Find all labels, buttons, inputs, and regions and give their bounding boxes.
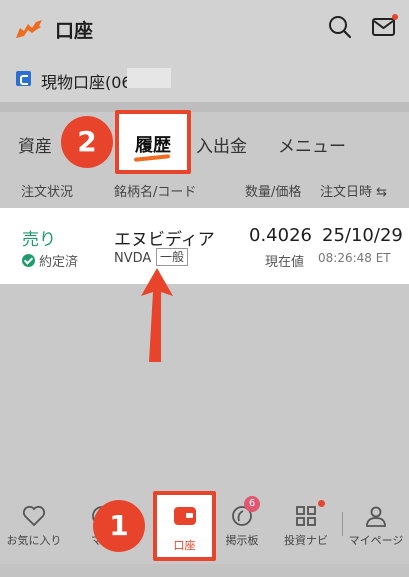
nav-account-label: 口座 xyxy=(173,539,196,552)
check-icon xyxy=(22,254,35,267)
grid-icon xyxy=(296,506,316,526)
tab-history[interactable]: 履歴 xyxy=(135,131,171,157)
arrow-up-icon xyxy=(141,268,173,362)
wallet-icon xyxy=(174,507,196,525)
nav-mypage-label: マイページ xyxy=(348,534,404,547)
user-icon xyxy=(366,506,386,527)
order-date: 25/10/29 xyxy=(322,225,403,246)
step-marker-2: 2 xyxy=(61,116,113,168)
order-time: 08:26:48 ET xyxy=(318,251,391,265)
col-qty-price: 数量/価格 xyxy=(245,185,302,200)
tab-assets[interactable]: 資産 xyxy=(18,132,52,157)
nav-account[interactable]: 口座 xyxy=(153,491,216,561)
app-header: 口座 xyxy=(0,0,409,56)
bull-logo-icon xyxy=(16,20,42,38)
page-title: 口座 xyxy=(55,20,94,42)
stock-name: エヌビディア xyxy=(114,230,215,250)
order-quantity: 0.4026 xyxy=(249,225,312,246)
account-selector[interactable]: 現物口座(06 xyxy=(0,56,409,102)
table-header: 注文状況 銘柄名/コード 数量/価格 注文日時 ⇆ xyxy=(0,174,409,206)
bottom-edge xyxy=(0,564,409,577)
col-name-code: 銘柄名/コード xyxy=(114,185,197,200)
tab-menu[interactable]: メニュー xyxy=(278,132,346,157)
nav-investment-navi[interactable]: 投資ナビ xyxy=(276,494,336,560)
board-badge: 6 xyxy=(244,496,260,512)
section-divider xyxy=(0,102,409,112)
search-icon[interactable] xyxy=(328,15,352,39)
tab-deposit-withdraw[interactable]: 入出金 xyxy=(196,132,247,157)
order-status: 約定済 xyxy=(22,251,78,270)
navi-notification-dot xyxy=(318,500,325,507)
nav-divider xyxy=(342,512,343,536)
account-type-icon xyxy=(16,71,31,86)
nav-favorites[interactable]: お気に入り xyxy=(2,494,66,560)
col-status: 注文状況 xyxy=(21,185,74,200)
step-marker-1: 1 xyxy=(93,500,145,552)
nav-board-label: 掲示板 xyxy=(225,534,259,547)
nav-favorites-label: お気に入り xyxy=(6,534,62,547)
masked-account-number xyxy=(127,68,171,88)
account-label: 現物口座(06 xyxy=(41,73,132,92)
heart-icon xyxy=(22,505,46,527)
mail-icon[interactable] xyxy=(372,14,398,38)
col-order-date-sort[interactable]: 注文日時 ⇆ xyxy=(320,181,387,200)
order-status-text: 約定済 xyxy=(39,255,79,270)
table-row[interactable]: 売り 約定済 エヌビディア NVDA 一般 0.4026 現在値 25/10/2… xyxy=(0,208,409,284)
nav-mypage[interactable]: マイページ xyxy=(344,494,408,560)
price-label: 現在値 xyxy=(265,255,305,270)
nav-navi-label: 投資ナビ xyxy=(284,534,328,547)
order-side: 売り xyxy=(22,230,56,250)
